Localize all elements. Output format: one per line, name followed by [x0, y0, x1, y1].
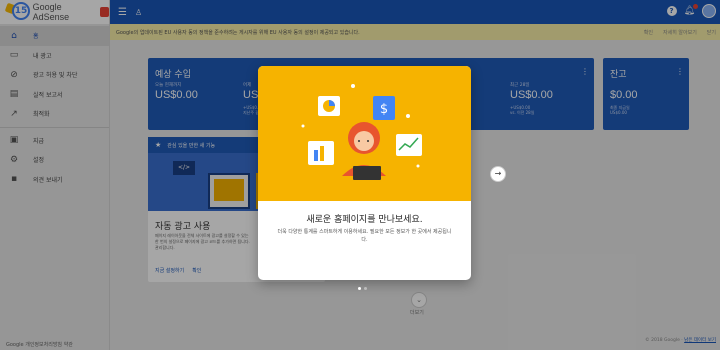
carousel-dot[interactable]	[364, 287, 367, 290]
person-with-laptop-illustration: $	[301, 84, 422, 180]
dialog-illustration: $	[258, 66, 471, 201]
dialog-description: 더욱 다양한 통계를 스마트하게 이용하세요. 필요한 모든 정보가 한 곳에서…	[277, 229, 452, 243]
carousel-dots	[358, 287, 367, 290]
carousel-dot[interactable]	[358, 287, 361, 290]
new-homepage-dialog: $ 새로운 홈페이지를 만나보세요. 더욱 다양한 통계를 스마트하게 이용하세…	[258, 66, 471, 280]
dialog-title: 새로운 홈페이지를 만나보세요.	[306, 215, 423, 225]
next-slide-button[interactable]: →	[490, 166, 506, 182]
svg-text:$: $	[380, 102, 388, 117]
